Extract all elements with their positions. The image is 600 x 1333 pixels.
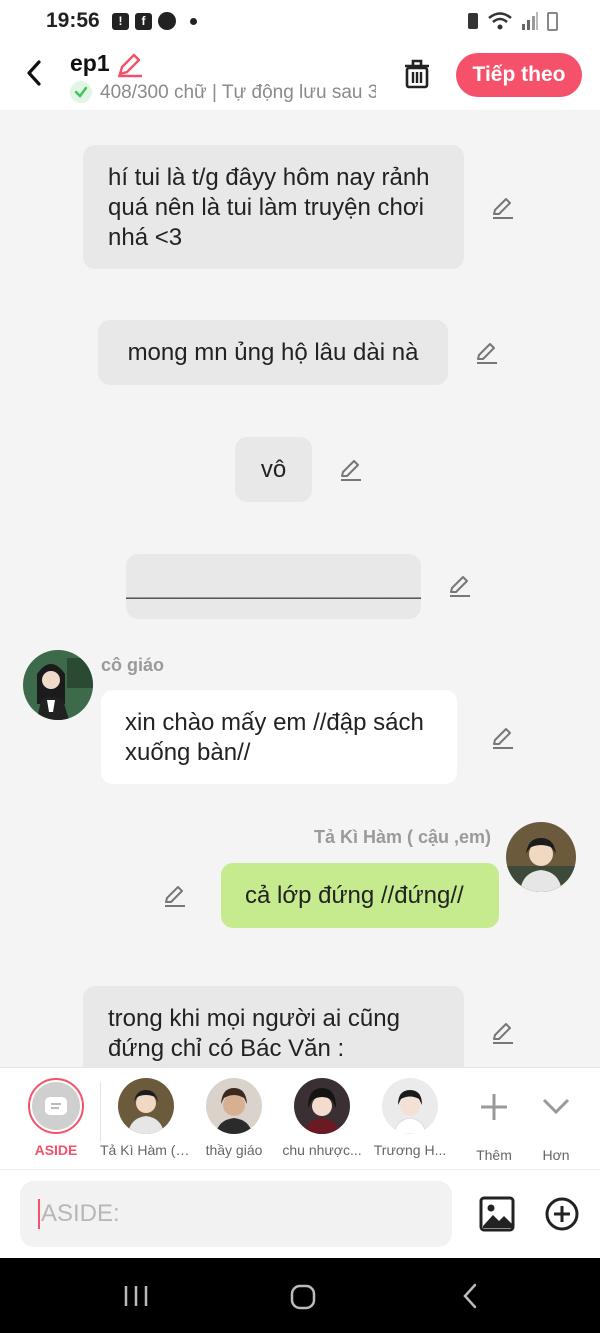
- status-bar: 19:56 ! f: [0, 0, 600, 44]
- message-text: mong mn ủng hộ lâu dài nà: [127, 338, 419, 366]
- message-input[interactable]: ASIDE:: [20, 1181, 452, 1247]
- image-icon[interactable]: [479, 1196, 515, 1232]
- edit-pencil-icon[interactable]: [447, 573, 473, 599]
- character-label: thầy giáo: [205, 1142, 263, 1158]
- sim-icon: [468, 13, 478, 29]
- edit-pencil-icon[interactable]: [490, 1020, 516, 1046]
- character-ta-ki-ham[interactable]: Tả Kì Hàm ( cậu ,em): [100, 1078, 192, 1158]
- alert-icon: !: [112, 12, 129, 30]
- text-caret: [38, 1199, 40, 1229]
- avatar: [118, 1078, 174, 1134]
- nav-back-icon[interactable]: [460, 1282, 482, 1310]
- editor-header: ep1 408/300 chữ | Tự động lưu sau 3 Tiếp…: [0, 44, 600, 110]
- message-text: hí tui là t/g đâyy hôm nay rảnh quá nên …: [108, 164, 430, 251]
- input-placeholder: ASIDE:: [41, 1200, 120, 1227]
- avatar: [294, 1078, 350, 1134]
- input-bar: ASIDE:: [0, 1169, 600, 1258]
- status-time: 19:56: [46, 9, 100, 32]
- character-truong-h[interactable]: Trương H...: [364, 1078, 456, 1158]
- edit-pencil-icon[interactable]: [474, 340, 500, 366]
- chat-area[interactable]: hí tui là t/g đâyy hôm nay rảnh quá nên …: [0, 110, 600, 1067]
- edit-title-pencil-icon[interactable]: [116, 50, 144, 78]
- more-characters-label: Thêm: [476, 1147, 512, 1163]
- message-text: trong khi mọi người ai cũng đứng chỉ có …: [108, 1005, 400, 1062]
- word-count-status: 408/300 chữ | Tự động lưu sau 3: [100, 82, 376, 103]
- speaker-name: Tả Kì Hàm ( cậu ,em): [314, 827, 492, 847]
- message-text: vô: [260, 455, 287, 483]
- aside-message[interactable]: _______________________: [126, 554, 421, 619]
- avatar: [382, 1078, 438, 1134]
- system-icons: [467, 11, 558, 31]
- character-label: Tả Kì Hàm ( cậu ,em): [100, 1142, 192, 1158]
- recent-apps-icon[interactable]: [123, 1284, 149, 1308]
- wifi-icon: [488, 12, 512, 30]
- avatar[interactable]: [506, 822, 576, 892]
- avatar: [206, 1078, 262, 1134]
- edit-pencil-icon[interactable]: [490, 195, 516, 221]
- home-icon[interactable]: [289, 1283, 317, 1311]
- aside-message[interactable]: trong khi mọi người ai cũng đứng chỉ có …: [83, 986, 464, 1067]
- character-thay-giao[interactable]: thầy giáo: [188, 1078, 280, 1158]
- expand-characters-button[interactable]: Hơn: [526, 1078, 586, 1163]
- character-label: ASIDE: [34, 1142, 78, 1158]
- edit-pencil-icon[interactable]: [162, 883, 188, 909]
- episode-title[interactable]: ep1: [70, 50, 110, 77]
- add-circle-icon[interactable]: [544, 1196, 580, 1232]
- next-button[interactable]: Tiếp theo: [456, 53, 582, 97]
- notification-icons: ! f: [112, 12, 197, 30]
- system-nav-bar: [0, 1258, 600, 1333]
- character-aside[interactable]: ASIDE: [10, 1078, 102, 1158]
- add-character-button[interactable]: Thêm: [460, 1078, 528, 1163]
- message-text: cả lớp đứng //đứng//: [245, 881, 464, 909]
- saved-check-icon: [70, 81, 92, 103]
- message-text: xin chào mấy em //đập sách xuống bàn//: [125, 709, 424, 766]
- back-arrow-icon[interactable]: [20, 58, 50, 88]
- signal-icon: [522, 12, 538, 30]
- aside-message[interactable]: mong mn ủng hộ lâu dài nà: [98, 320, 448, 385]
- battery-icon: [547, 11, 558, 31]
- expand-label: Hơn: [542, 1147, 570, 1163]
- character-label: chu nhược...: [282, 1142, 362, 1158]
- character-chu-nhuoc[interactable]: chu nhược...: [276, 1078, 368, 1158]
- edit-pencil-icon[interactable]: [490, 725, 516, 751]
- trash-icon[interactable]: [402, 58, 432, 90]
- character-message[interactable]: xin chào mấy em //đập sách xuống bàn//: [101, 690, 457, 784]
- messenger-icon: [158, 12, 176, 30]
- aside-message[interactable]: hí tui là t/g đâyy hôm nay rảnh quá nên …: [83, 145, 464, 269]
- aside-message[interactable]: vô: [235, 437, 312, 502]
- character-selector: ASIDE Tả Kì Hàm ( cậu ,em) thầy giáo chu…: [0, 1067, 600, 1169]
- aside-avatar: [28, 1078, 84, 1134]
- aside-icon: [45, 1097, 67, 1115]
- chevron-down-icon: [542, 1098, 570, 1115]
- character-label: Trương H...: [373, 1142, 447, 1158]
- plus-icon: [481, 1094, 507, 1120]
- speaker-name: cô giáo: [101, 655, 165, 675]
- edit-pencil-icon[interactable]: [338, 457, 364, 483]
- avatar[interactable]: [23, 650, 93, 720]
- more-notifications-icon: [190, 17, 197, 25]
- facebook-icon: f: [135, 12, 152, 30]
- message-text: _______________________: [126, 572, 421, 600]
- character-message[interactable]: cả lớp đứng //đứng//: [221, 863, 499, 928]
